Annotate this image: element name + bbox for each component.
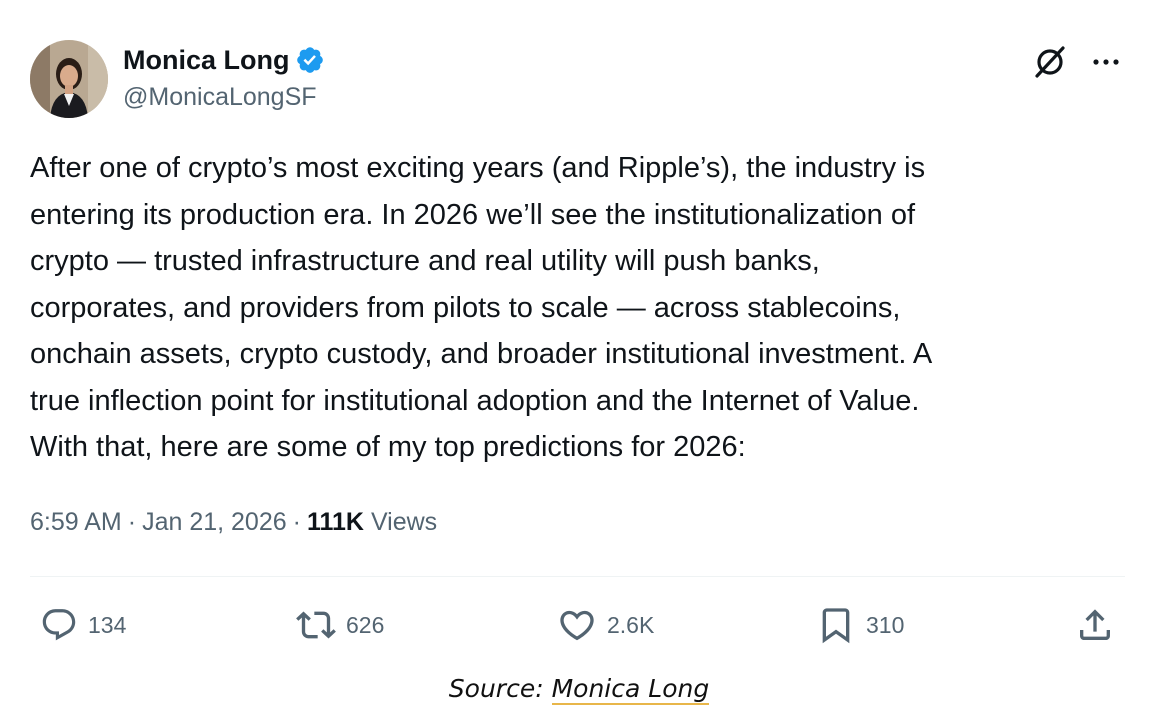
author-name-row: Monica Long	[123, 43, 325, 77]
avatar[interactable]	[30, 40, 108, 118]
tweet-line: entering its production era. In 2026 we’…	[30, 198, 916, 231]
source-caption: Source: Monica Long	[0, 672, 1158, 706]
verified-badge-icon[interactable]	[295, 45, 325, 75]
reply-icon	[42, 609, 76, 641]
tweet-line: onchain assets, crypto custody, and broa…	[30, 338, 933, 370]
tweet-date[interactable]: Jan 21, 2026	[142, 508, 287, 536]
views-count: 111K	[306, 508, 364, 536]
tweet-line: true inflection point for institutional …	[30, 384, 920, 417]
tweet-meta: 6:59 AM · Jan 21, 2026 · 111K Views	[30, 505, 437, 539]
tweet-card: Monica Long @MonicaLongSF After one of c…	[0, 0, 1158, 665]
tweet-line: crypto — trusted infrastructure and real…	[30, 245, 820, 277]
action-bar: 134 626 2.6K 310	[0, 600, 1158, 650]
meta-separator: ·	[292, 508, 301, 536]
source-link[interactable]: Monica Long	[551, 674, 710, 705]
avatar-photo	[30, 40, 108, 118]
divider	[30, 576, 1125, 577]
reply-count: 134	[88, 612, 127, 638]
tweet-line: With that, here are some of my top predi…	[30, 431, 746, 463]
bookmark-icon	[822, 608, 850, 644]
source-prefix: Source:	[448, 674, 544, 703]
like-count: 2.6K	[607, 612, 655, 638]
like-button[interactable]: 2.6K	[557, 600, 654, 650]
repost-count: 626	[346, 612, 385, 638]
share-button[interactable]	[1075, 600, 1115, 650]
bookmark-count: 310	[866, 612, 905, 638]
repost-icon	[296, 611, 336, 639]
grok-icon[interactable]	[1032, 44, 1068, 80]
tweet-time[interactable]: 6:59 AM	[30, 508, 122, 536]
tweet-line: After one of crypto’s most exciting year…	[30, 152, 926, 184]
repost-button[interactable]: 626	[296, 600, 384, 650]
author-handle[interactable]: @MonicaLongSF	[123, 82, 317, 112]
author-display-name[interactable]: Monica Long	[123, 43, 289, 77]
reply-button[interactable]: 134	[40, 600, 126, 650]
more-options-icon[interactable]	[1088, 50, 1124, 74]
views-label: Views	[370, 508, 438, 536]
heart-icon	[560, 610, 594, 641]
bookmark-button[interactable]: 310	[816, 600, 904, 650]
share-icon	[1080, 609, 1110, 640]
tweet-body: After one of crypto’s most exciting year…	[30, 145, 1130, 471]
meta-separator: ·	[127, 508, 137, 536]
tweet-line: corporates, and providers from pilots to…	[30, 291, 901, 324]
